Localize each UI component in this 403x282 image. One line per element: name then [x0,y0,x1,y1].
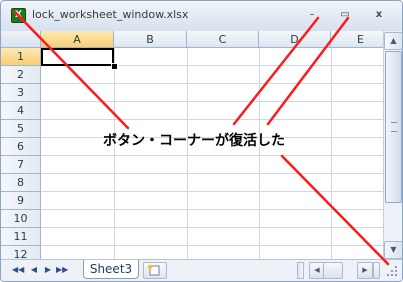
column-header-d[interactable]: D [259,31,331,48]
column-header-b[interactable]: B [114,31,187,48]
last-sheet-icon[interactable]: ▶▶ [56,263,68,277]
prev-sheet-icon[interactable]: ◀ [28,263,40,277]
gridline [41,119,383,120]
row-header-6[interactable]: 6 [1,138,41,156]
scroll-right-arrow-icon[interactable]: ▶ [357,262,373,279]
gridline [41,83,383,84]
row-header-5[interactable]: 5 [1,120,41,138]
fill-handle[interactable] [111,63,118,70]
excel-icon[interactable]: X [11,8,26,23]
select-all-button[interactable] [1,31,41,48]
row-header-8[interactable]: 8 [1,174,41,192]
scroll-up-arrow-icon[interactable]: ▲ [384,32,402,50]
sheet-tab-bar: ◀◀ ◀ ▶ ▶▶ Sheet3 ◀ ▶ [1,259,402,281]
horizontal-scrollbar[interactable]: ◀ ▶ [297,262,381,279]
gridline [41,155,383,156]
close-button[interactable]: x [368,7,390,23]
row-header-3[interactable]: 3 [1,84,41,102]
split-box[interactable] [373,262,380,279]
row-header-7[interactable]: 7 [1,156,41,174]
window-title: lock_worksheet_window.xlsx [32,8,189,21]
sheet-tab-sheet3[interactable]: Sheet3 [83,260,139,279]
vertical-scrollbar[interactable]: ▲ ▼ [383,31,402,259]
resize-grip-icon[interactable] [385,263,399,277]
active-cell-a1[interactable] [41,48,114,66]
annotation-caption: ボタン・コーナーが復活した [103,133,285,149]
column-header-e[interactable]: E [331,31,383,48]
column-header-c[interactable]: C [187,31,259,48]
gridline [41,191,383,192]
row-header-9[interactable]: 9 [1,192,41,210]
gridline [41,227,383,228]
row-header-12[interactable]: 12 [1,246,41,259]
resize-grip-dots-icon [387,266,397,276]
vertical-scroll-thumb[interactable] [385,51,402,203]
horizontal-scroll-thumb[interactable] [323,262,343,279]
scroll-down-arrow-icon[interactable]: ▼ [384,241,402,259]
row-header-2[interactable]: 2 [1,66,41,84]
row-header-11[interactable]: 11 [1,228,41,246]
next-sheet-icon[interactable]: ▶ [42,263,54,277]
title-bar[interactable]: X lock_worksheet_window.xlsx – ▭ x [1,1,402,31]
minimize-button[interactable]: – [301,7,323,23]
column-header-a[interactable]: A [41,31,114,48]
row-header-1[interactable]: 1 [1,48,41,66]
gridline [41,173,383,174]
first-sheet-icon[interactable]: ◀◀ [12,263,24,277]
insert-sheet-icon[interactable] [143,262,167,279]
row-header-10[interactable]: 10 [1,210,41,228]
grip-icon [391,122,397,132]
row-header-4[interactable]: 4 [1,102,41,120]
gridline [41,209,383,210]
gridline [41,245,383,246]
gridline [41,101,383,102]
maximize-button[interactable]: ▭ [334,7,356,23]
tab-split-handle[interactable] [297,262,304,279]
insert-sheet-glyph-icon [147,264,160,276]
